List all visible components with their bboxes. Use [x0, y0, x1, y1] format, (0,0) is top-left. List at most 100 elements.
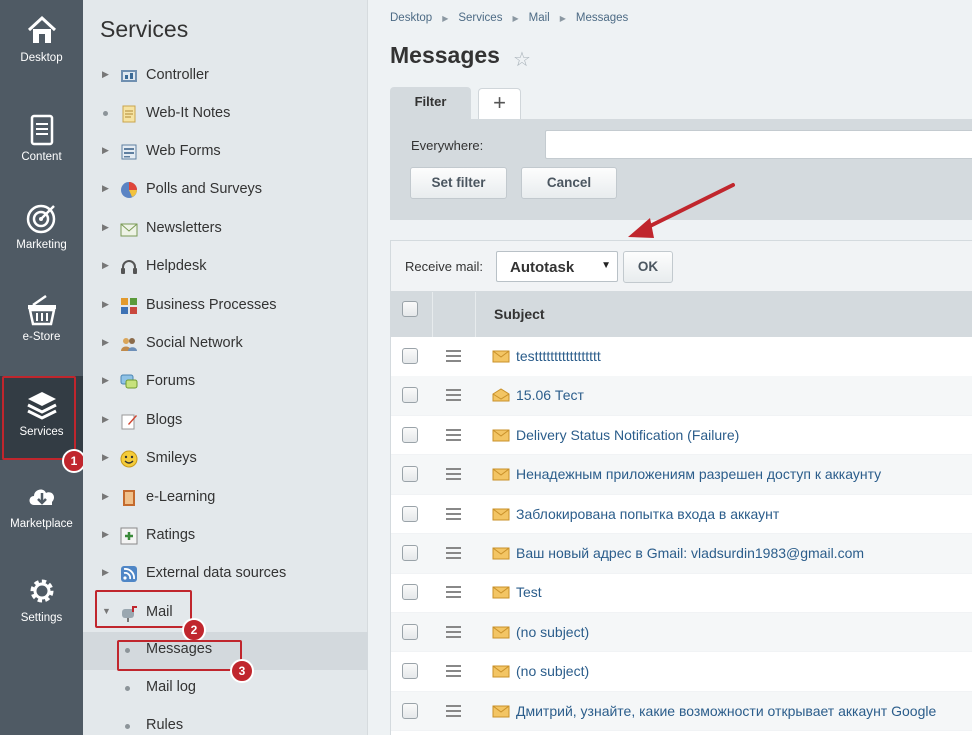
menu-item-newsletters[interactable]: ▶ Newsletters — [83, 210, 368, 248]
chevron-right-icon: ▶ — [512, 14, 519, 23]
rail-desktop[interactable]: Desktop — [0, 14, 83, 64]
expand-arrow-icon[interactable]: ▶ — [102, 337, 112, 348]
menu-item-smileys[interactable]: ▶ Smileys — [83, 440, 368, 478]
row-menu-icon[interactable] — [446, 507, 461, 520]
menu-item-e-learning[interactable]: ▶ e-Learning — [83, 479, 368, 517]
menu-item-forums[interactable]: ▶ Forums — [83, 363, 368, 401]
menu-item-web-it-notes[interactable]: Web-It Notes — [83, 95, 368, 133]
receive-ok-button[interactable]: OK — [623, 251, 673, 283]
table-row[interactable]: Delivery Status Notification (Failure) — [391, 416, 972, 456]
table-row[interactable]: Test — [391, 573, 972, 613]
row-checkbox[interactable] — [402, 584, 418, 601]
message-subject-link[interactable]: Ненадежным приложениям разрешен доступ к… — [516, 466, 881, 482]
message-subject-link[interactable]: Дмитрий, узнайте, какие возможности откр… — [516, 703, 936, 719]
menu-subitem-messages[interactable]: Messages — [83, 632, 368, 670]
main-content: Desktop ▶ Services ▶ Mail ▶ Messages Messages … — [369, 0, 972, 735]
expand-arrow-icon[interactable]: ▶ — [102, 183, 112, 194]
menu-item-mail[interactable]: ▼ Mail — [83, 594, 368, 632]
row-checkbox[interactable] — [402, 702, 418, 719]
rail-services[interactable]: Services — [0, 376, 83, 460]
row-checkbox[interactable] — [402, 466, 418, 483]
table-row[interactable]: Ваш новый адрес в Gmail: vladsurdin1983@… — [391, 534, 972, 574]
menu-subitem-rules[interactable]: Rules — [83, 708, 368, 735]
row-menu-icon[interactable] — [446, 468, 461, 481]
rail-content[interactable]: Content — [0, 113, 83, 163]
rail-settings[interactable]: Settings — [0, 574, 83, 624]
message-subject-link[interactable]: Ваш новый адрес в Gmail: vladsurdin1983@… — [516, 545, 864, 561]
menu-item-helpdesk[interactable]: ▶ Helpdesk — [83, 248, 368, 286]
row-menu-icon[interactable] — [446, 547, 461, 559]
table-row[interactable]: Заблокирована попытка входа в аккаунт — [391, 495, 972, 535]
row-menu-icon[interactable] — [446, 586, 461, 599]
set-filter-button[interactable]: Set filter — [410, 167, 507, 199]
message-subject-link[interactable]: Заблокирована попытка входа в аккаунт — [516, 506, 779, 522]
star-icon[interactable]: ☆ — [513, 47, 531, 72]
rail-marketing[interactable]: Marketing — [0, 201, 83, 251]
menu-item-external-data[interactable]: ▶ External data sources — [83, 555, 368, 593]
breadcrumb-link[interactable]: Desktop — [390, 12, 432, 24]
expand-arrow-icon[interactable]: ▶ — [102, 260, 112, 271]
row-menu-icon[interactable] — [446, 350, 461, 362]
message-subject-link[interactable]: Test — [516, 584, 542, 600]
menu-item-controller[interactable]: ▶ Controller — [83, 57, 368, 95]
menu-item-ratings[interactable]: ▶ Ratings — [83, 517, 368, 555]
expand-arrow-icon[interactable]: ▶ — [102, 491, 112, 502]
add-filter-tab-button[interactable]: + — [478, 88, 521, 119]
expand-arrow-icon[interactable]: ▶ — [102, 375, 112, 386]
message-subject-link[interactable]: testtttttttttttttttt — [516, 348, 601, 364]
message-subject-link[interactable]: (no subject) — [516, 624, 589, 640]
row-checkbox[interactable] — [402, 545, 418, 561]
message-subject-link[interactable]: Delivery Status Notification (Failure) — [516, 427, 739, 443]
cancel-filter-button[interactable]: Cancel — [521, 167, 617, 199]
expand-arrow-icon[interactable]: ▶ — [102, 145, 112, 156]
table-row[interactable]: testtttttttttttttttt — [391, 337, 972, 377]
menu-item-polls[interactable]: ▶ Polls and Surveys — [83, 171, 368, 209]
header-subject[interactable]: Subject — [476, 292, 972, 337]
row-menu-icon[interactable] — [446, 704, 461, 717]
message-subject-link[interactable]: 15.06 Тест — [516, 387, 584, 403]
breadcrumb-link[interactable]: Mail — [529, 12, 550, 24]
expand-arrow-icon[interactable]: ▶ — [102, 452, 112, 463]
tab-filter[interactable]: Filter — [390, 87, 471, 120]
menu-subitem-mail-log[interactable]: Mail log — [83, 670, 368, 708]
menu-item-web-forms[interactable]: ▶ Web Forms — [83, 133, 368, 171]
row-menu-icon[interactable] — [446, 625, 461, 638]
table-row[interactable]: (no subject) — [391, 652, 972, 692]
expand-arrow-icon[interactable]: ▶ — [102, 414, 112, 425]
row-menu-icon[interactable] — [446, 389, 461, 402]
row-checkbox[interactable] — [402, 505, 418, 522]
table-row[interactable]: 15.06 Тест — [391, 376, 972, 416]
business-process-icon — [121, 298, 137, 314]
row-checkbox[interactable] — [402, 663, 418, 680]
menu-label: Messages — [146, 641, 213, 657]
expand-arrow-icon[interactable]: ▶ — [102, 299, 112, 310]
breadcrumb-current[interactable]: Messages — [576, 12, 628, 24]
expand-arrow-icon[interactable]: ▶ — [102, 222, 112, 233]
menu-item-social-network[interactable]: ▶ Social Network — [83, 325, 368, 363]
row-checkbox[interactable] — [402, 348, 418, 364]
table-row[interactable]: Ненадежным приложениям разрешен доступ к… — [391, 455, 972, 495]
rail-estore[interactable]: e-Store — [0, 293, 83, 343]
message-subject-link[interactable]: (no subject) — [516, 663, 589, 679]
menu-item-business-processes[interactable]: ▶ Business Processes — [83, 287, 368, 325]
breadcrumb-link[interactable]: Services — [458, 12, 502, 24]
table-row[interactable]: (no subject) — [391, 612, 972, 653]
row-menu-icon[interactable] — [446, 428, 461, 441]
expand-arrow-icon[interactable]: ▶ — [102, 69, 112, 80]
row-checkbox[interactable] — [402, 623, 418, 640]
rail-marketplace[interactable]: Marketplace — [0, 480, 83, 530]
bullet-icon — [125, 686, 130, 691]
collapse-arrow-icon[interactable]: ▼ — [102, 606, 112, 616]
rail-label: Desktop — [20, 52, 63, 64]
row-menu-icon[interactable] — [446, 665, 461, 678]
row-checkbox[interactable] — [402, 387, 418, 404]
table-row[interactable]: Дмитрий, узнайте, какие возможности откр… — [391, 691, 972, 732]
expand-arrow-icon[interactable]: ▶ — [102, 567, 112, 578]
everywhere-search-input[interactable] — [545, 130, 972, 159]
mailbox-select[interactable]: Autotask ▼ — [496, 251, 618, 282]
select-all-checkbox[interactable] — [402, 301, 418, 317]
rail-label: Marketplace — [10, 518, 73, 530]
row-checkbox[interactable] — [402, 426, 418, 443]
menu-item-blogs[interactable]: ▶ Blogs — [83, 402, 368, 440]
expand-arrow-icon[interactable]: ▶ — [102, 529, 112, 540]
